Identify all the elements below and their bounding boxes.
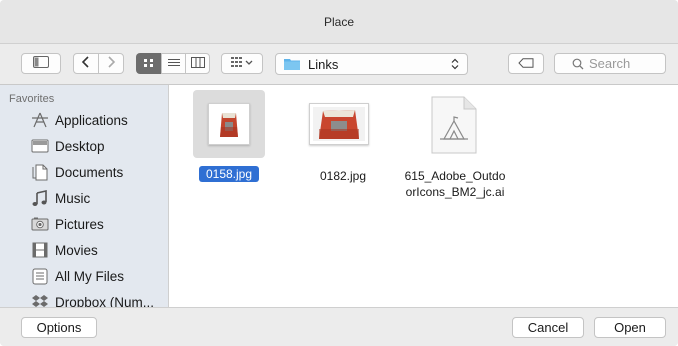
file-item[interactable]: 0182.jpg [303, 90, 383, 190]
search-field[interactable]: Search [554, 53, 666, 74]
file-name: 0182.jpg [319, 169, 367, 183]
toolbar: Links Search [0, 44, 678, 85]
tag-icon [518, 57, 534, 71]
search-placeholder: Search [589, 56, 631, 71]
image-thumbnail [208, 103, 250, 145]
columns-icon [190, 55, 205, 73]
sidebar-item-dropbox[interactable]: Dropbox (Num... [0, 289, 168, 307]
icon-grid-icon [143, 55, 155, 73]
window-title: Place [323, 14, 355, 29]
open-label: Open [614, 320, 646, 335]
document-icon [431, 96, 477, 154]
all-my-files-icon [31, 267, 49, 285]
open-button[interactable]: Open [594, 317, 666, 338]
dropbox-icon [31, 293, 49, 307]
list-view-button[interactable] [161, 53, 186, 74]
thumbnail-frame [421, 92, 483, 158]
file-browser: 0158.jpg 0182.jpg 615_Adobe_Outdo orIcon… [169, 85, 678, 307]
file-name: 0158.jpg [205, 167, 253, 181]
desktop-icon [31, 137, 49, 155]
title-bar: Place [0, 0, 678, 44]
cancel-button[interactable]: Cancel [512, 317, 584, 338]
sidebar-toggle-icon [33, 56, 49, 71]
thumbnail-selected-frame [193, 90, 265, 158]
forward-button[interactable] [98, 53, 124, 74]
folder-icon [284, 58, 300, 70]
sidebar-item-label: All My Files [55, 268, 125, 284]
selected-name-highlight: 0158.jpg [199, 166, 259, 182]
sidebar-toggle-button[interactable] [21, 53, 61, 74]
chevron-left-icon [81, 56, 91, 71]
chevron-right-icon [106, 56, 116, 71]
place-dialog: Place Links Search Favorites Application… [0, 0, 678, 346]
sidebar-item-label: Pictures [55, 216, 104, 232]
red-bag-image-icon [220, 113, 238, 137]
location-popup[interactable]: Links [275, 53, 468, 75]
sidebar-item-documents[interactable]: Documents [0, 159, 168, 185]
sidebar-item-label: Desktop [55, 138, 105, 154]
options-button[interactable]: Options [21, 317, 97, 338]
pictures-icon [31, 215, 49, 233]
file-item[interactable]: 615_Adobe_Outdo orIcons_BM2_jc.ai [395, 90, 515, 200]
sidebar-item-label: Dropbox (Num... [55, 294, 155, 308]
arrange-button[interactable] [221, 53, 263, 74]
red-bag-image-icon [313, 107, 365, 141]
bottom-bar: Options Cancel Open [0, 307, 678, 346]
applications-icon [31, 111, 49, 129]
thumbnail-frame [307, 100, 371, 148]
updown-chevron-icon [451, 58, 459, 70]
list-icon [167, 55, 181, 73]
sidebar-item-label: Movies [55, 242, 98, 258]
file-item[interactable]: 0158.jpg [191, 90, 271, 190]
sidebar-item-pictures[interactable]: Pictures [0, 211, 168, 237]
back-button[interactable] [73, 53, 99, 74]
sidebar-item-label: Applications [55, 112, 128, 128]
image-thumbnail [309, 103, 369, 145]
sidebar-item-movies[interactable]: Movies [0, 237, 168, 263]
file-name-line-2: orIcons_BM2_jc.ai [405, 185, 505, 199]
cancel-label: Cancel [527, 320, 569, 335]
sidebar-item-label: Documents [55, 164, 124, 180]
sidebar: Favorites Applications Desktop Documents… [0, 85, 169, 307]
movies-icon [31, 241, 49, 259]
column-view-button[interactable] [185, 53, 210, 74]
sidebar-item-all-my-files[interactable]: All My Files [0, 263, 168, 289]
arrange-icon [230, 56, 254, 71]
sidebar-item-applications[interactable]: Applications [0, 107, 168, 133]
sidebar-item-music[interactable]: Music [0, 185, 168, 211]
sidebar-item-desktop[interactable]: Desktop [0, 133, 168, 159]
location-label: Links [308, 56, 339, 72]
sidebar-item-label: Music [55, 190, 91, 206]
icon-view-button[interactable] [136, 53, 161, 74]
options-label: Options [36, 320, 82, 335]
file-name-line-1: 615_Adobe_Outdo [404, 169, 506, 183]
favorites-heading: Favorites [9, 93, 55, 105]
tags-button[interactable] [508, 53, 544, 74]
documents-icon [31, 163, 49, 181]
music-icon [31, 189, 49, 207]
search-icon [572, 58, 584, 70]
